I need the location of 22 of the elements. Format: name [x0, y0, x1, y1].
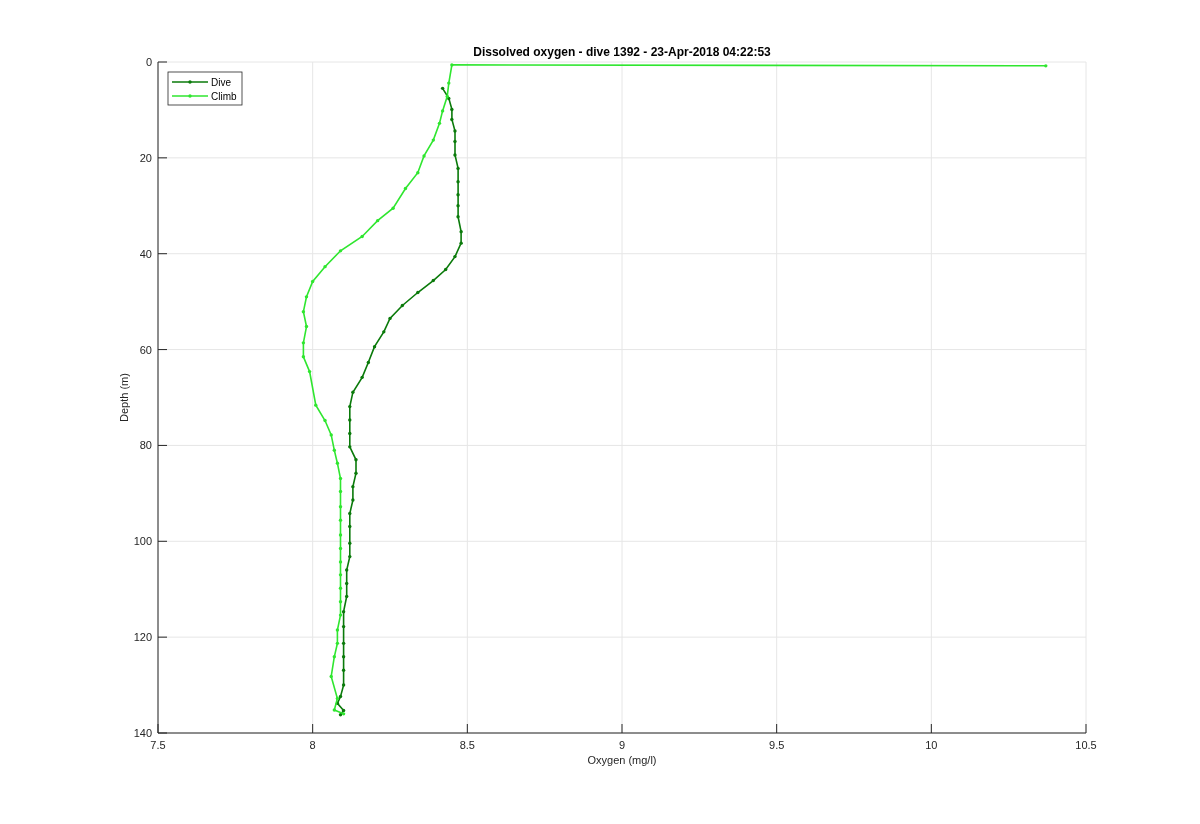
tick-label: 7.5: [150, 739, 166, 751]
tick-label: 120: [133, 631, 152, 644]
tick-label: 9.5: [769, 739, 785, 751]
legend-label: Climb: [211, 91, 237, 102]
tick-label: 0: [145, 56, 152, 68]
tick-label: 20: [139, 151, 152, 164]
tick-label: 8: [309, 739, 316, 751]
axis-label: Oxygen (mg/l): [587, 754, 657, 766]
legend-line: [171, 94, 209, 98]
tick-label: 80: [139, 439, 152, 452]
tick-label: 10.5: [1075, 739, 1097, 751]
tick-label: 8.5: [459, 739, 475, 751]
tick-label: 100: [133, 535, 152, 548]
tick-label: 10: [925, 739, 938, 751]
tick-label: 140: [133, 727, 152, 739]
legend-label: Dive: [211, 77, 231, 88]
legend-line: [171, 80, 209, 84]
tick-label: 40: [139, 247, 152, 260]
tick-label: 9: [618, 739, 626, 751]
axis-label: Depth (m): [118, 373, 130, 422]
chart-title: Dissolved oxygen - dive 1392 - 23-Apr-2018 04:22:53: [473, 45, 771, 59]
tick-label: 60: [139, 343, 152, 356]
